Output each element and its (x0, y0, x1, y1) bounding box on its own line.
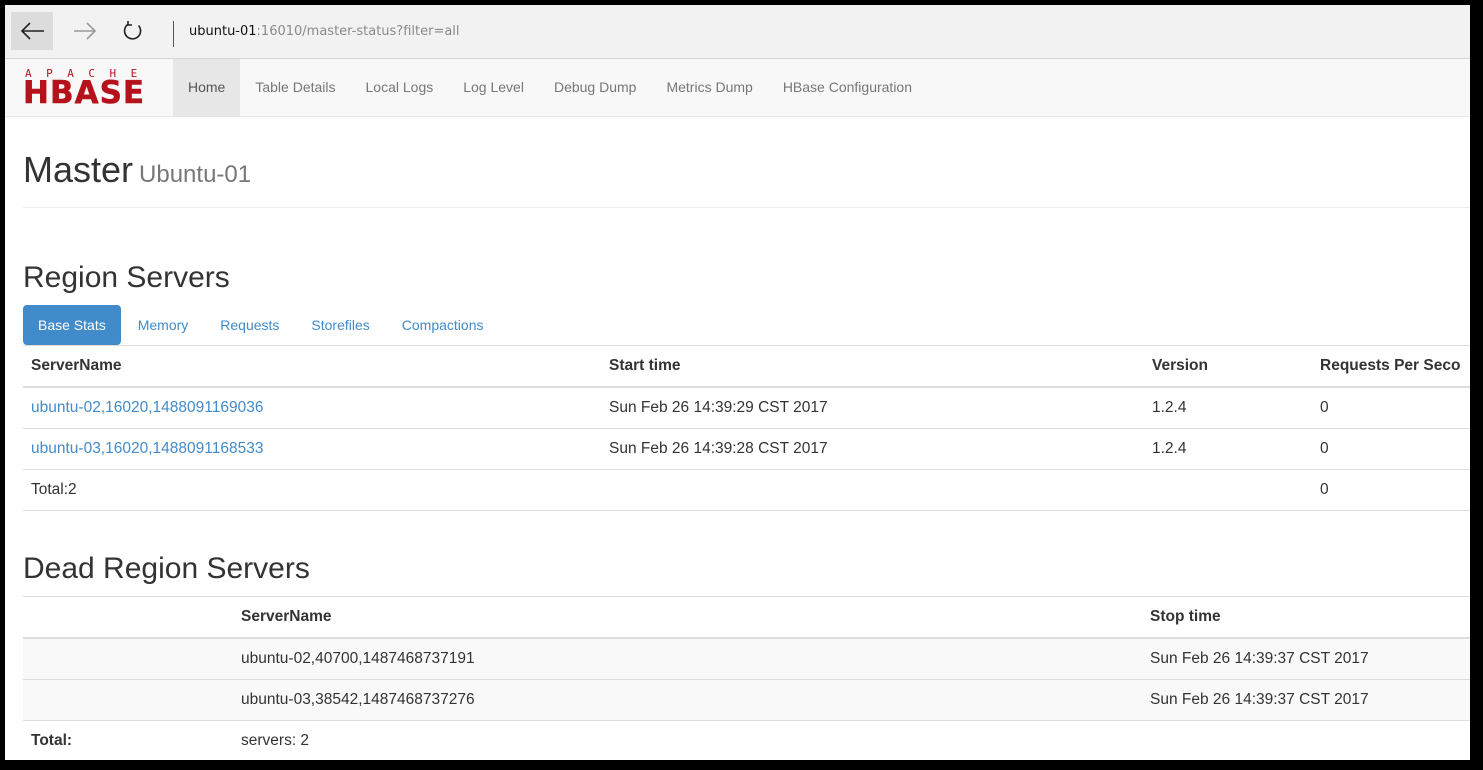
version-cell: 1.2.4 (1144, 428, 1312, 470)
nav-menu: Home Table Details Local Logs Log Level … (173, 59, 927, 116)
back-button[interactable] (11, 12, 53, 50)
browser-window: ubuntu-01:16010/master-status?filter=all… (5, 5, 1470, 760)
address-bar[interactable]: ubuntu-01:16010/master-status?filter=all (189, 24, 460, 39)
spacer-cell (23, 510, 1470, 537)
nav-metrics-dump[interactable]: Metrics Dump (651, 59, 767, 116)
table-header-row: ServerName Stop time (23, 596, 1470, 639)
tab-storefiles[interactable]: Storefiles (296, 305, 384, 345)
column-header[interactable]: Version (1144, 345, 1312, 388)
dead-server-name-cell: ubuntu-03,38542,1487468737276 (233, 679, 1142, 721)
page-title: Master Ubuntu-01 (23, 149, 251, 191)
tab-requests[interactable]: Requests (205, 305, 294, 345)
server-link[interactable]: ubuntu-02,16020,1488091169036 (31, 399, 263, 416)
nav-table-details[interactable]: Table Details (240, 59, 350, 116)
page-header: Master Ubuntu-01 (23, 135, 1470, 208)
table-spacer-row (23, 510, 1470, 537)
total-row: Total: servers: 2 (23, 720, 1470, 760)
total-value: servers: 2 (233, 720, 1142, 760)
start-time-cell: Sun Feb 26 14:39:29 CST 2017 (601, 386, 1144, 429)
version-cell: 1.2.4 (1144, 386, 1312, 429)
requests-cell: 0 (1312, 428, 1470, 470)
empty-cell (1142, 720, 1470, 760)
region-servers-table: ServerName Start time Version Requests P… (23, 345, 1470, 537)
page-title-text: Master (23, 149, 134, 190)
table-row: ubuntu-03,38542,1487468737276 Sun Feb 26… (23, 679, 1470, 721)
empty-cell (1144, 469, 1312, 511)
dead-region-servers-heading: Dead Region Servers (23, 552, 310, 585)
column-header-empty (23, 596, 233, 639)
app-navbar: APACHE HBASE Home Table Details Local Lo… (5, 59, 1470, 117)
logo-hbase-text: HBASE (23, 75, 146, 111)
refresh-icon (123, 21, 142, 40)
tab-memory[interactable]: Memory (123, 305, 204, 345)
table-row: ubuntu-02,16020,1488091169036 Sun Feb 26… (23, 386, 1470, 429)
total-label: Total:2 (23, 469, 601, 511)
url-host: ubuntu-01 (189, 24, 257, 39)
dead-server-name-cell: ubuntu-02,40700,1487468737191 (233, 637, 1142, 680)
empty-cell (23, 637, 233, 680)
column-header[interactable]: ServerName (233, 596, 1142, 639)
total-requests: 0 (1312, 469, 1470, 511)
stop-time-cell: Sun Feb 26 14:39:37 CST 2017 (1142, 679, 1470, 721)
server-name-cell: ubuntu-03,16020,1488091168533 (23, 428, 601, 470)
dead-region-servers-table: ServerName Stop time ubuntu-02,40700,148… (23, 596, 1470, 760)
server-name-cell: ubuntu-02,16020,1488091169036 (23, 386, 601, 429)
column-header[interactable]: ServerName (23, 345, 601, 388)
server-link[interactable]: ubuntu-03,16020,1488091168533 (31, 440, 263, 457)
nav-log-level[interactable]: Log Level (448, 59, 539, 116)
stop-time-cell: Sun Feb 26 14:39:37 CST 2017 (1142, 637, 1470, 680)
nav-debug-dump[interactable]: Debug Dump (539, 59, 652, 116)
total-label: Total: (23, 720, 233, 760)
nav-local-logs[interactable]: Local Logs (351, 59, 449, 116)
tab-compactions[interactable]: Compactions (387, 305, 499, 345)
table-row: ubuntu-02,40700,1487468737191 Sun Feb 26… (23, 637, 1470, 680)
column-header[interactable]: Start time (601, 345, 1144, 388)
forward-arrow-icon (74, 22, 97, 40)
empty-cell (601, 469, 1144, 511)
url-path: :16010/master-status?filter=all (256, 24, 460, 39)
page-subtitle: Ubuntu-01 (139, 161, 252, 188)
start-time-cell: Sun Feb 26 14:39:28 CST 2017 (601, 428, 1144, 470)
tab-base-stats[interactable]: Base Stats (23, 305, 121, 345)
table-header-row: ServerName Start time Version Requests P… (23, 345, 1470, 388)
region-servers-heading: Region Servers (23, 261, 230, 294)
empty-cell (23, 679, 233, 721)
hbase-logo[interactable]: APACHE HBASE (23, 67, 161, 111)
column-header[interactable]: Stop time (1142, 596, 1470, 639)
nav-home[interactable]: Home (173, 59, 241, 116)
table-row: ubuntu-03,16020,1488091168533 Sun Feb 26… (23, 428, 1470, 470)
total-row: Total:2 0 (23, 469, 1470, 511)
browser-toolbar: ubuntu-01:16010/master-status?filter=all (5, 5, 1470, 59)
requests-cell: 0 (1312, 386, 1470, 429)
region-servers-tabs: Base Stats Memory Requests Storefiles Co… (23, 305, 500, 345)
forward-button[interactable] (64, 12, 106, 50)
refresh-button[interactable] (112, 12, 154, 50)
column-header[interactable]: Requests Per Seco (1312, 345, 1470, 388)
screenshot-frame: ubuntu-01:16010/master-status?filter=all… (0, 0, 1483, 770)
back-arrow-icon (20, 22, 44, 40)
nav-hbase-configuration[interactable]: HBase Configuration (768, 59, 927, 116)
toolbar-separator (173, 21, 174, 47)
